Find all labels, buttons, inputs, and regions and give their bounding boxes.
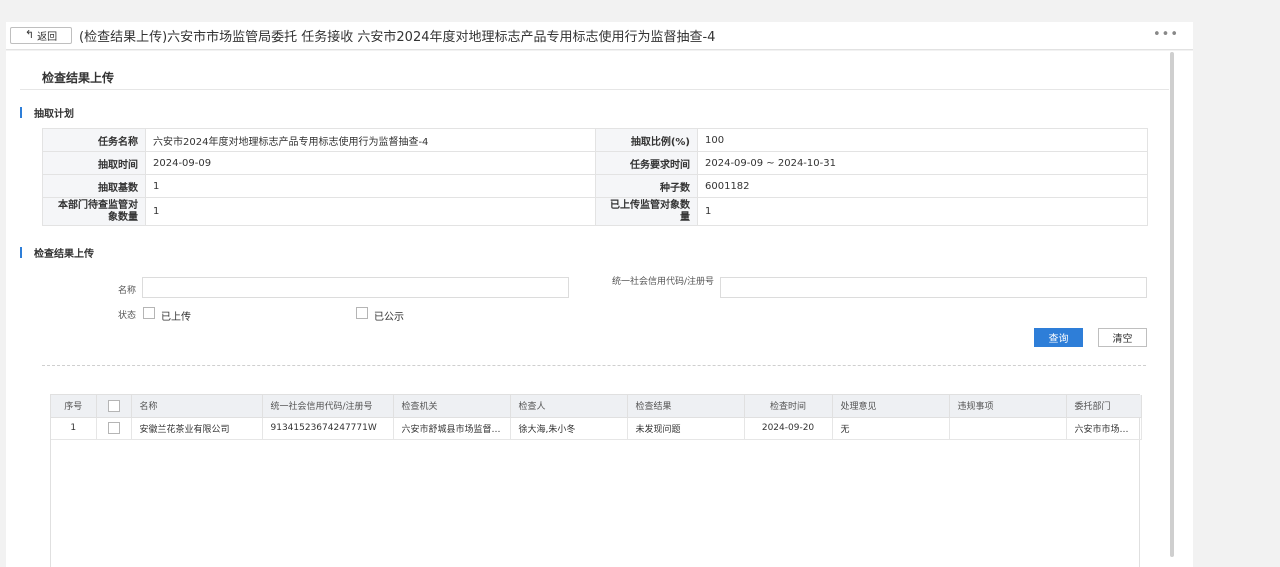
accent-bar — [20, 247, 22, 258]
top-bar: ↰ 返回 (检查结果上传)六安市市场监管局委托 任务接收 六安市2024年度对地… — [6, 22, 1193, 50]
col-violation: 违规事项 — [949, 395, 1067, 418]
plan-row: 本部门待查监管对象数量 1 已上传监管对象数量 1 — [42, 197, 1148, 226]
clear-button[interactable]: 清空 — [1098, 328, 1147, 347]
cell-index: 1 — [51, 417, 97, 440]
back-label: 返回 — [37, 32, 58, 43]
code-label: 统一社会信用代码/注册号 — [611, 277, 714, 287]
dashed-divider — [42, 365, 1146, 366]
plan-row: 抽取基数 1 种子数 6001182 — [42, 174, 1148, 198]
plan-heading: 抽取计划 — [20, 105, 74, 120]
code-input[interactable] — [720, 277, 1147, 298]
scrollbar[interactable] — [1169, 51, 1193, 567]
scrollbar-thumb[interactable] — [1170, 52, 1174, 557]
plan-label: 种子数 — [595, 174, 698, 198]
published-checkbox[interactable] — [356, 307, 368, 319]
plan-value: 100 — [697, 128, 1148, 152]
select-all-checkbox[interactable] — [107, 399, 120, 412]
table-row[interactable]: 1 安徽兰花茶业有限公司 91341523674247771W 六安市舒城县市场… — [51, 417, 1142, 440]
plan-row: 抽取时间 2024-09-09 任务要求时间 2024-09-09 ~ 2024… — [42, 151, 1148, 175]
cell-time: 2024-09-20 — [744, 417, 833, 440]
main-content: 检查结果上传 抽取计划 任务名称 六安市2024年度对地理标志产品专用标志使用行… — [6, 51, 1169, 567]
col-select — [96, 395, 132, 418]
name-label: 名称 — [117, 286, 136, 296]
cell-dept: 六安市市场监管局 — [1066, 417, 1142, 440]
col-result: 检查结果 — [627, 395, 745, 418]
cell-agency: 六安市舒城县市场监督管理局 — [393, 417, 511, 440]
cell-inspector: 徐大海,朱小冬 — [510, 417, 628, 440]
cell-opinion: 无 — [832, 417, 950, 440]
col-inspector: 检查人 — [510, 395, 628, 418]
col-index: 序号 — [51, 395, 97, 418]
plan-value: 六安市2024年度对地理标志产品专用标志使用行为监督抽查-4 — [145, 128, 596, 152]
plan-value: 2024-09-09 — [145, 151, 596, 175]
col-time: 检查时间 — [744, 395, 833, 418]
cell-violation — [949, 417, 1067, 440]
plan-label: 本部门待查监管对象数量 — [42, 197, 146, 226]
col-agency: 检查机关 — [393, 395, 511, 418]
plan-label: 任务要求时间 — [595, 151, 698, 175]
plan-row: 任务名称 六安市2024年度对地理标志产品专用标志使用行为监督抽查-4 抽取比例… — [42, 128, 1148, 152]
status-label: 状态 — [117, 311, 136, 321]
results-header-row: 序号 名称 统一社会信用代码/注册号 检查机关 检查人 检查结果 检查时间 处理… — [51, 395, 1142, 418]
cell-name: 安徽兰花茶业有限公司 — [131, 417, 263, 440]
cell-select — [96, 417, 132, 440]
plan-label: 任务名称 — [42, 128, 146, 152]
divider — [20, 89, 1169, 90]
more-icon[interactable]: ••• — [1153, 27, 1179, 42]
name-input[interactable] — [142, 277, 569, 298]
plan-value: 1 — [145, 174, 596, 198]
accent-bar — [20, 107, 22, 118]
col-name: 名称 — [131, 395, 263, 418]
plan-value: 1 — [697, 197, 1148, 226]
query-button[interactable]: 查询 — [1034, 328, 1083, 347]
upload-heading-text: 检查结果上传 — [34, 249, 94, 260]
col-dept: 委托部门 — [1066, 395, 1142, 418]
results-table: 序号 名称 统一社会信用代码/注册号 检查机关 检查人 检查结果 检查时间 处理… — [51, 395, 1142, 440]
published-label: 已公示 — [374, 312, 404, 323]
col-code: 统一社会信用代码/注册号 — [262, 395, 394, 418]
back-button[interactable]: ↰ 返回 — [10, 27, 72, 44]
cell-result: 未发现问题 — [627, 417, 745, 440]
plan-heading-text: 抽取计划 — [34, 109, 74, 120]
page-title: (检查结果上传)六安市市场监管局委托 任务接收 六安市2024年度对地理标志产品… — [79, 30, 716, 45]
row-checkbox[interactable] — [107, 422, 120, 434]
plan-label: 抽取基数 — [42, 174, 146, 198]
uploaded-label: 已上传 — [161, 312, 191, 323]
plan-label: 抽取比例(%) — [595, 128, 698, 152]
section-title: 检查结果上传 — [42, 71, 115, 85]
plan-value: 1 — [145, 197, 596, 226]
upload-heading: 检查结果上传 — [20, 245, 94, 260]
cell-code: 91341523674247771W — [262, 417, 394, 440]
plan-label: 抽取时间 — [42, 151, 146, 175]
col-opinion: 处理意见 — [832, 395, 950, 418]
plan-label: 已上传监管对象数量 — [595, 197, 698, 226]
results-grid: 序号 名称 统一社会信用代码/注册号 检查机关 检查人 检查结果 检查时间 处理… — [50, 394, 1142, 567]
uploaded-checkbox[interactable] — [143, 307, 155, 319]
plan-value: 6001182 — [697, 174, 1148, 198]
back-arrow-icon: ↰ — [24, 29, 35, 41]
plan-value: 2024-09-09 ~ 2024-10-31 — [697, 151, 1148, 175]
plan-table: 任务名称 六安市2024年度对地理标志产品专用标志使用行为监督抽查-4 抽取比例… — [42, 128, 1148, 226]
